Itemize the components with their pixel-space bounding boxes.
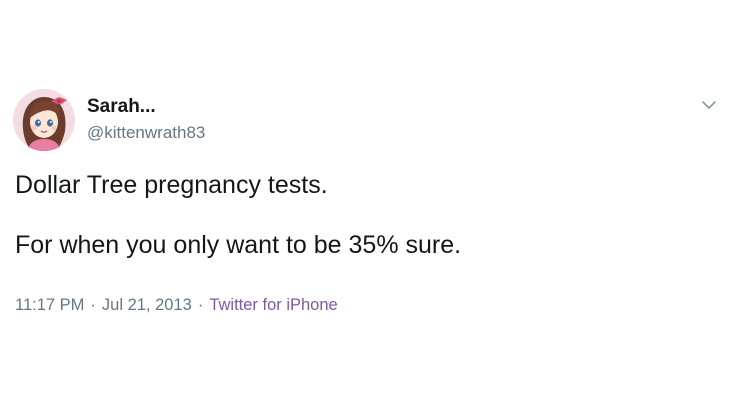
display-name[interactable]: Sarah...: [87, 95, 205, 119]
user-handle[interactable]: @kittenwrath83: [87, 122, 205, 144]
tweet-date[interactable]: Jul 21, 2013: [102, 296, 192, 314]
tweet-author[interactable]: Sarah... @kittenwrath83: [87, 95, 205, 144]
separator-dot: ·: [90, 296, 96, 314]
tweet-text-line: Dollar Tree pregnancy tests.: [15, 171, 328, 199]
avatar[interactable]: [13, 89, 75, 151]
illustrated-girl-avatar-icon: [13, 89, 75, 151]
tweet-menu-button[interactable]: [698, 96, 720, 114]
tweet-card: Sarah... @kittenwrath83 Dollar Tree preg…: [0, 0, 737, 415]
tweet-metadata: 11:17 PM · Jul 21, 2013 · Twitter for iPhone: [15, 294, 338, 316]
tweet-text-line: For when you only want to be 35% sure.: [15, 231, 462, 259]
tweet-text: Dollar Tree pregnancy tests. For when yo…: [15, 170, 715, 260]
chevron-down-icon: [702, 101, 716, 109]
separator-dot: ·: [197, 296, 204, 314]
tweet-time[interactable]: 11:17 PM: [15, 296, 84, 314]
tweet-source-link[interactable]: Twitter for iPhone: [209, 296, 337, 314]
